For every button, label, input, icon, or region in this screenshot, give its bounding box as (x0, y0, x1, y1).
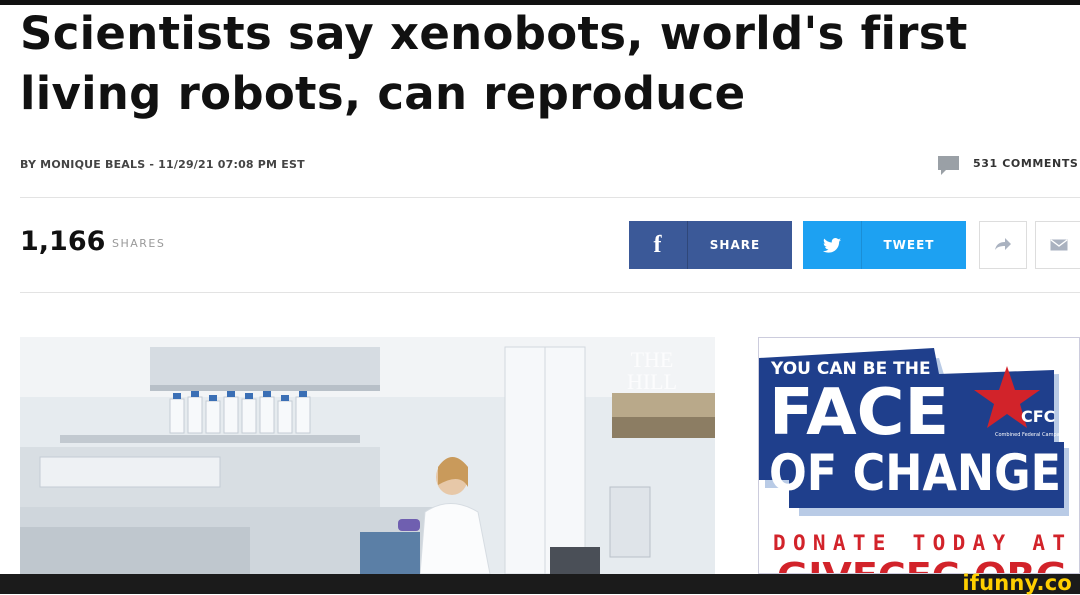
ad-line-2: FACE (769, 376, 949, 450)
comments-count: 531 COMMENTS (973, 156, 1079, 170)
article-headline: Scientists say xenobots, world's first l… (20, 4, 1080, 124)
envelope-icon (1050, 235, 1068, 256)
headline-line-2: living robots, can reproduce (20, 67, 746, 120)
share-count-label: SHARES (112, 237, 166, 250)
twitter-tweet-label: TWEET (883, 238, 935, 252)
ifunny-watermark: ifunny.co (962, 571, 1072, 595)
twitter-bird-icon (803, 221, 862, 269)
article-photo[interactable]: THE HILL (20, 337, 715, 574)
share-arrow-icon (994, 235, 1012, 256)
cfc-advertisement[interactable]: YOU CAN BE THE FACE OF CHANGE CFC Combin… (758, 337, 1080, 574)
facebook-share-label: SHARE (709, 238, 761, 252)
divider-top (20, 197, 1080, 198)
forward-share-button[interactable] (979, 221, 1027, 269)
ad-line-3: OF CHANGE (769, 444, 1061, 502)
lab-scene-illustration: THE HILL (20, 337, 715, 574)
ad-brand-tagline: Combined Federal Campaign (995, 432, 1067, 438)
photo-watermark-line2: HILL (627, 369, 677, 394)
share-count: 1,166 (20, 226, 106, 257)
comment-bubble-icon (938, 156, 959, 175)
divider-bottom (20, 292, 1080, 293)
article-byline: BY MONIQUE BEALS - 11/29/21 07:08 PM EST (20, 158, 305, 171)
ad-brand: CFC (1021, 407, 1055, 426)
ad-cta: DONATE TODAY AT (773, 531, 1069, 555)
headline-line-1: Scientists say xenobots, world's first (20, 7, 968, 60)
email-share-button[interactable] (1035, 221, 1080, 269)
footer-bar (0, 574, 1080, 594)
cfc-ad-graphic: YOU CAN BE THE FACE OF CHANGE CFC Combin… (759, 338, 1079, 573)
twitter-tweet-button[interactable]: TWEET (803, 221, 966, 269)
facebook-icon: f (629, 221, 688, 269)
facebook-share-button[interactable]: f SHARE (629, 221, 792, 269)
comments-link[interactable]: 531 COMMENTS (938, 156, 1079, 175)
